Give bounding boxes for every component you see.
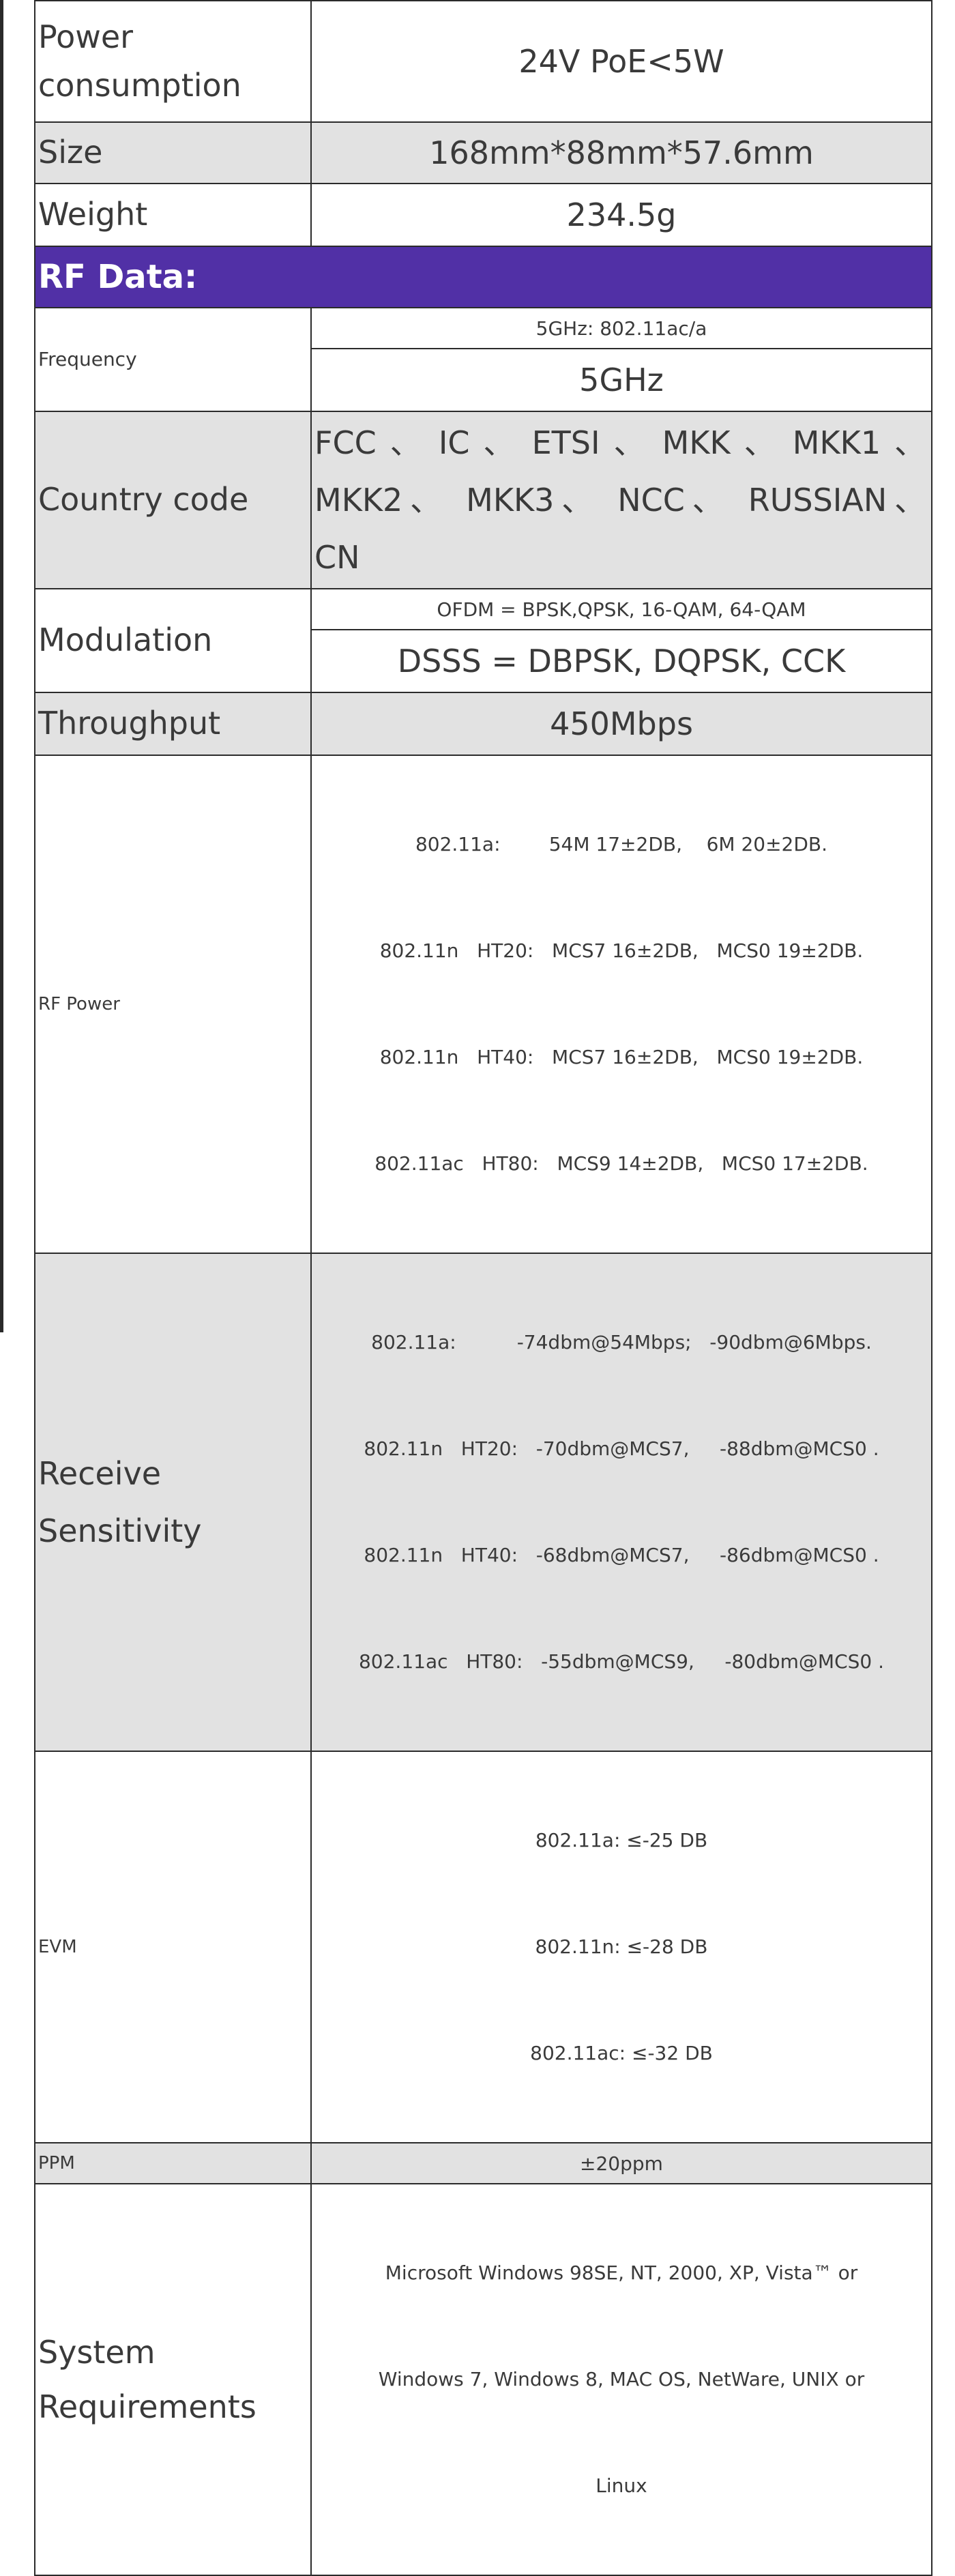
frequency-label: Frequency — [34, 307, 312, 412]
receive-sensitivity-label: Receive Sensitivity — [34, 1253, 312, 1752]
row-rf-power: RF Power 802.11a: 54M 17±2DB, 6M 20±2DB.… — [34, 755, 932, 1254]
system-requirements-line: Microsoft Windows 98SE, NT, 2000, XP, Vi… — [385, 2262, 858, 2284]
sensitivity-line: 802.11n HT20: -70dbm@MCS7, -88dbm@MCS0 . — [364, 1437, 879, 1460]
throughput-value: 450Mbps — [310, 692, 932, 756]
weight-label: Weight — [34, 183, 312, 247]
modulation-value-2: DSSS = DBPSK, DQPSK, CCK — [310, 629, 932, 693]
row-power-consumption: Power consumption 24V PoE<5W — [34, 0, 932, 123]
power-consumption-label: Power consumption — [34, 0, 312, 123]
rf-power-line: 802.11n HT40: MCS7 16±2DB, MCS0 19±2DB. — [379, 1046, 864, 1068]
sensitivity-line: 802.11a: -74dbm@54Mbps; -90dbm@6Mbps. — [371, 1331, 872, 1353]
system-requirements-values: Microsoft Windows 98SE, NT, 2000, XP, Vi… — [310, 2183, 932, 2576]
country-code-value: FCC 、 IC 、 ETSI 、 MKK 、 MKK1 、 MKK2、 MKK… — [310, 411, 932, 589]
spec-table: Power consumption 24V PoE<5W Size 168mm*… — [34, 0, 932, 2576]
row-size: Size 168mm*88mm*57.6mm — [34, 121, 932, 184]
rf-power-label: RF Power — [34, 755, 312, 1254]
sensitivity-line: 802.11ac HT80: -55dbm@MCS9, -80dbm@MCS0 … — [358, 1650, 885, 1673]
row-country-code: Country code FCC 、 IC 、 ETSI 、 MKK 、 MKK… — [34, 411, 932, 589]
row-receive-sensitivity: Receive Sensitivity 802.11a: -74dbm@54Mb… — [34, 1253, 932, 1752]
system-requirements-label-line2: Requirements — [38, 2388, 256, 2425]
evm-line: 802.11ac: ≤-32 DB — [530, 2042, 713, 2064]
rf-power-values: 802.11a: 54M 17±2DB, 6M 20±2DB. 802.11n … — [310, 755, 932, 1254]
frequency-value-1: 5GHz: 802.11ac/a — [310, 307, 932, 349]
row-evm: EVM 802.11a: ≤-25 DB 802.11n: ≤-28 DB 80… — [34, 1751, 932, 2143]
sensitivity-line: 802.11n HT40: -68dbm@MCS7, -86dbm@MCS0 . — [364, 1544, 879, 1566]
receive-sensitivity-label-line2: Sensitivity — [38, 1512, 202, 1549]
throughput-label: Throughput — [34, 692, 312, 756]
country-code-line1: FCC 、 IC 、 ETSI 、 MKK 、 MKK1 、 — [314, 424, 926, 461]
modulation-value-1: OFDM = BPSK,QPSK, 16-QAM, 64-QAM — [310, 588, 932, 630]
system-requirements-line: Windows 7, Windows 8, MAC OS, NetWare, U… — [378, 2368, 865, 2390]
power-consumption-value: 24V PoE<5W — [310, 0, 932, 123]
size-label: Size — [34, 121, 312, 184]
system-requirements-label-line1: System — [38, 2334, 156, 2371]
system-requirements-label: System Requirements — [34, 2183, 312, 2576]
country-code-line2: MKK2、 MKK3、 NCC、 RUSSIAN、 — [314, 482, 926, 518]
row-weight: Weight 234.5g — [34, 183, 932, 247]
rf-power-line: 802.11ac HT80: MCS9 14±2DB, MCS0 17±2DB. — [374, 1152, 868, 1175]
evm-label: EVM — [34, 1751, 312, 2143]
size-value: 168mm*88mm*57.6mm — [310, 121, 932, 184]
row-rf-data-header: RF Data: — [34, 246, 932, 308]
ppm-label: PPM — [34, 2142, 312, 2184]
row-throughput: Throughput 450Mbps — [34, 692, 932, 756]
rf-data-section-title: RF Data: — [34, 246, 932, 308]
modulation-label: Modulation — [34, 588, 312, 693]
rf-power-line: 802.11n HT20: MCS7 16±2DB, MCS0 19±2DB. — [379, 939, 864, 962]
weight-value: 234.5g — [310, 183, 932, 247]
row-frequency-a: Frequency 5GHz: 802.11ac/a — [34, 307, 932, 412]
evm-line: 802.11a: ≤-25 DB — [535, 1829, 708, 1852]
frequency-value-2: 5GHz — [310, 348, 932, 412]
power-label-line2: consumption — [38, 67, 241, 104]
receive-sensitivity-label-line1: Receive — [38, 1455, 162, 1492]
evm-values: 802.11a: ≤-25 DB 802.11n: ≤-28 DB 802.11… — [310, 1751, 932, 2143]
rf-power-line: 802.11a: 54M 17±2DB, 6M 20±2DB. — [415, 833, 828, 855]
system-requirements-line: Linux — [596, 2474, 647, 2497]
power-label-line1: Power — [38, 18, 134, 55]
row-modulation-a: Modulation OFDM = BPSK,QPSK, 16-QAM, 64-… — [34, 588, 932, 693]
ppm-value: ±20ppm — [310, 2142, 932, 2184]
receive-sensitivity-values: 802.11a: -74dbm@54Mbps; -90dbm@6Mbps. 80… — [310, 1253, 932, 1752]
row-system-requirements: System Requirements Microsoft Windows 98… — [34, 2183, 932, 2576]
row-ppm: PPM ±20ppm — [34, 2142, 932, 2184]
country-code-line3: CN — [314, 539, 360, 576]
left-page-rule — [0, 0, 3, 1332]
country-code-label: Country code — [34, 411, 312, 589]
evm-line: 802.11n: ≤-28 DB — [535, 1935, 708, 1958]
